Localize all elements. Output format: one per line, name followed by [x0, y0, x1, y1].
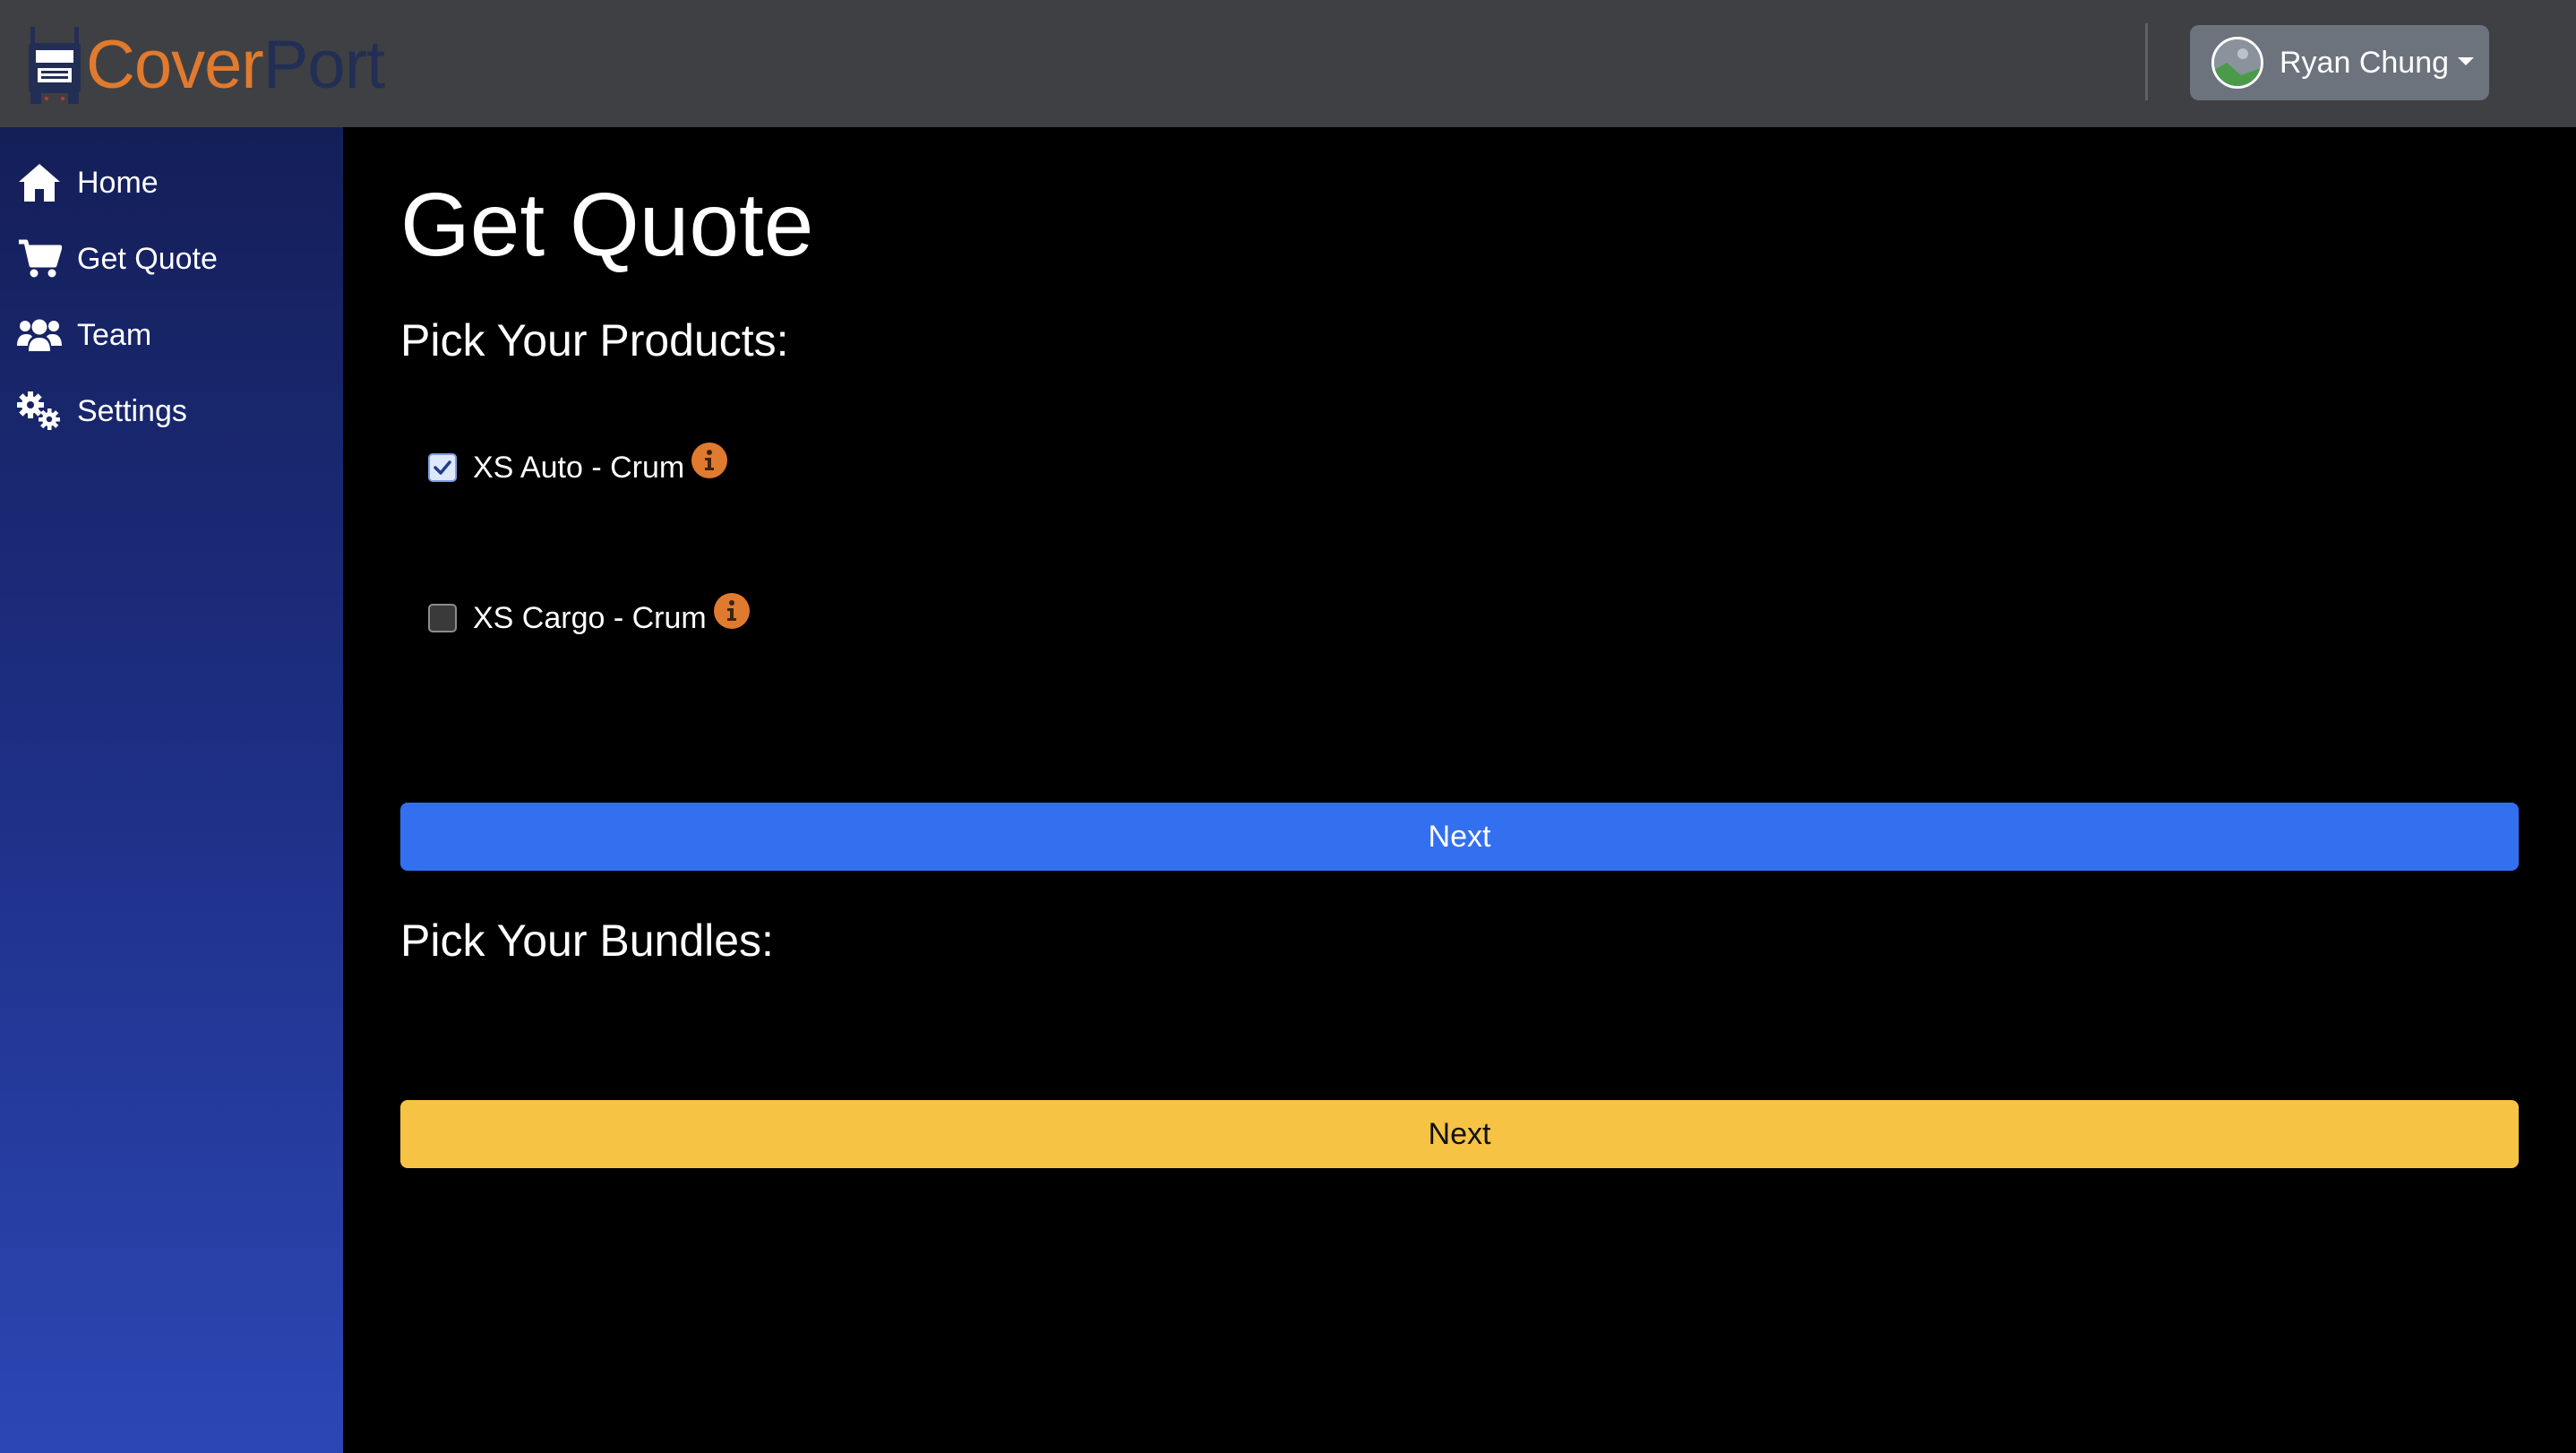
sidebar-item-home[interactable]: Home — [16, 154, 330, 211]
sidebar-item-label: Home — [77, 165, 159, 200]
sidebar-item-settings[interactable]: Settings — [16, 383, 330, 440]
product-label[interactable]: XS Auto - Crum — [473, 451, 684, 486]
sidebar-item-get-quote[interactable]: Get Quote — [16, 230, 330, 288]
product-option: XS Auto - Crum — [428, 441, 728, 494]
sidebar-item-team[interactable]: Team — [16, 306, 330, 364]
product-option: XS Cargo - Crum — [428, 591, 750, 645]
chevron-down-icon — [2458, 56, 2475, 65]
bundles-heading: Pick Your Bundles: — [400, 916, 774, 966]
product-checkbox-xs-auto[interactable] — [428, 453, 457, 482]
sidebar-item-label: Settings — [77, 393, 187, 428]
info-icon[interactable] — [713, 593, 750, 629]
users-icon — [16, 312, 63, 358]
product-checkbox-xs-cargo[interactable] — [428, 604, 457, 632]
user-menu-button[interactable]: Ryan Chung — [2190, 25, 2489, 100]
gears-icon — [16, 388, 63, 434]
sidebar-item-label: Team — [77, 317, 152, 352]
checkmark-icon — [434, 460, 451, 475]
navbar-divider — [2145, 23, 2148, 100]
info-icon[interactable] — [691, 443, 728, 478]
coverport-logo[interactable]: CoverPort — [25, 23, 385, 107]
cart-icon — [16, 236, 63, 282]
logo-text: CoverPort — [86, 31, 385, 99]
page-title: Get Quote — [400, 175, 814, 275]
products-heading: Pick Your Products: — [400, 315, 789, 365]
sidebar: Home Get Quote Team Settings — [0, 127, 343, 1453]
product-label[interactable]: XS Cargo - Crum — [473, 601, 707, 636]
home-icon — [16, 159, 63, 206]
logo-text-cover: Cover — [86, 27, 264, 103]
logo-text-port: Port — [262, 27, 385, 103]
avatar — [2211, 37, 2263, 89]
products-next-button[interactable]: Next — [400, 803, 2519, 871]
bundles-next-button[interactable]: Next — [400, 1100, 2519, 1168]
truck-icon — [25, 23, 84, 107]
sidebar-item-label: Get Quote — [77, 241, 218, 276]
user-name: Ryan Chung — [2280, 45, 2450, 80]
top-navbar: CoverPort Ryan Chung — [0, 0, 2576, 127]
